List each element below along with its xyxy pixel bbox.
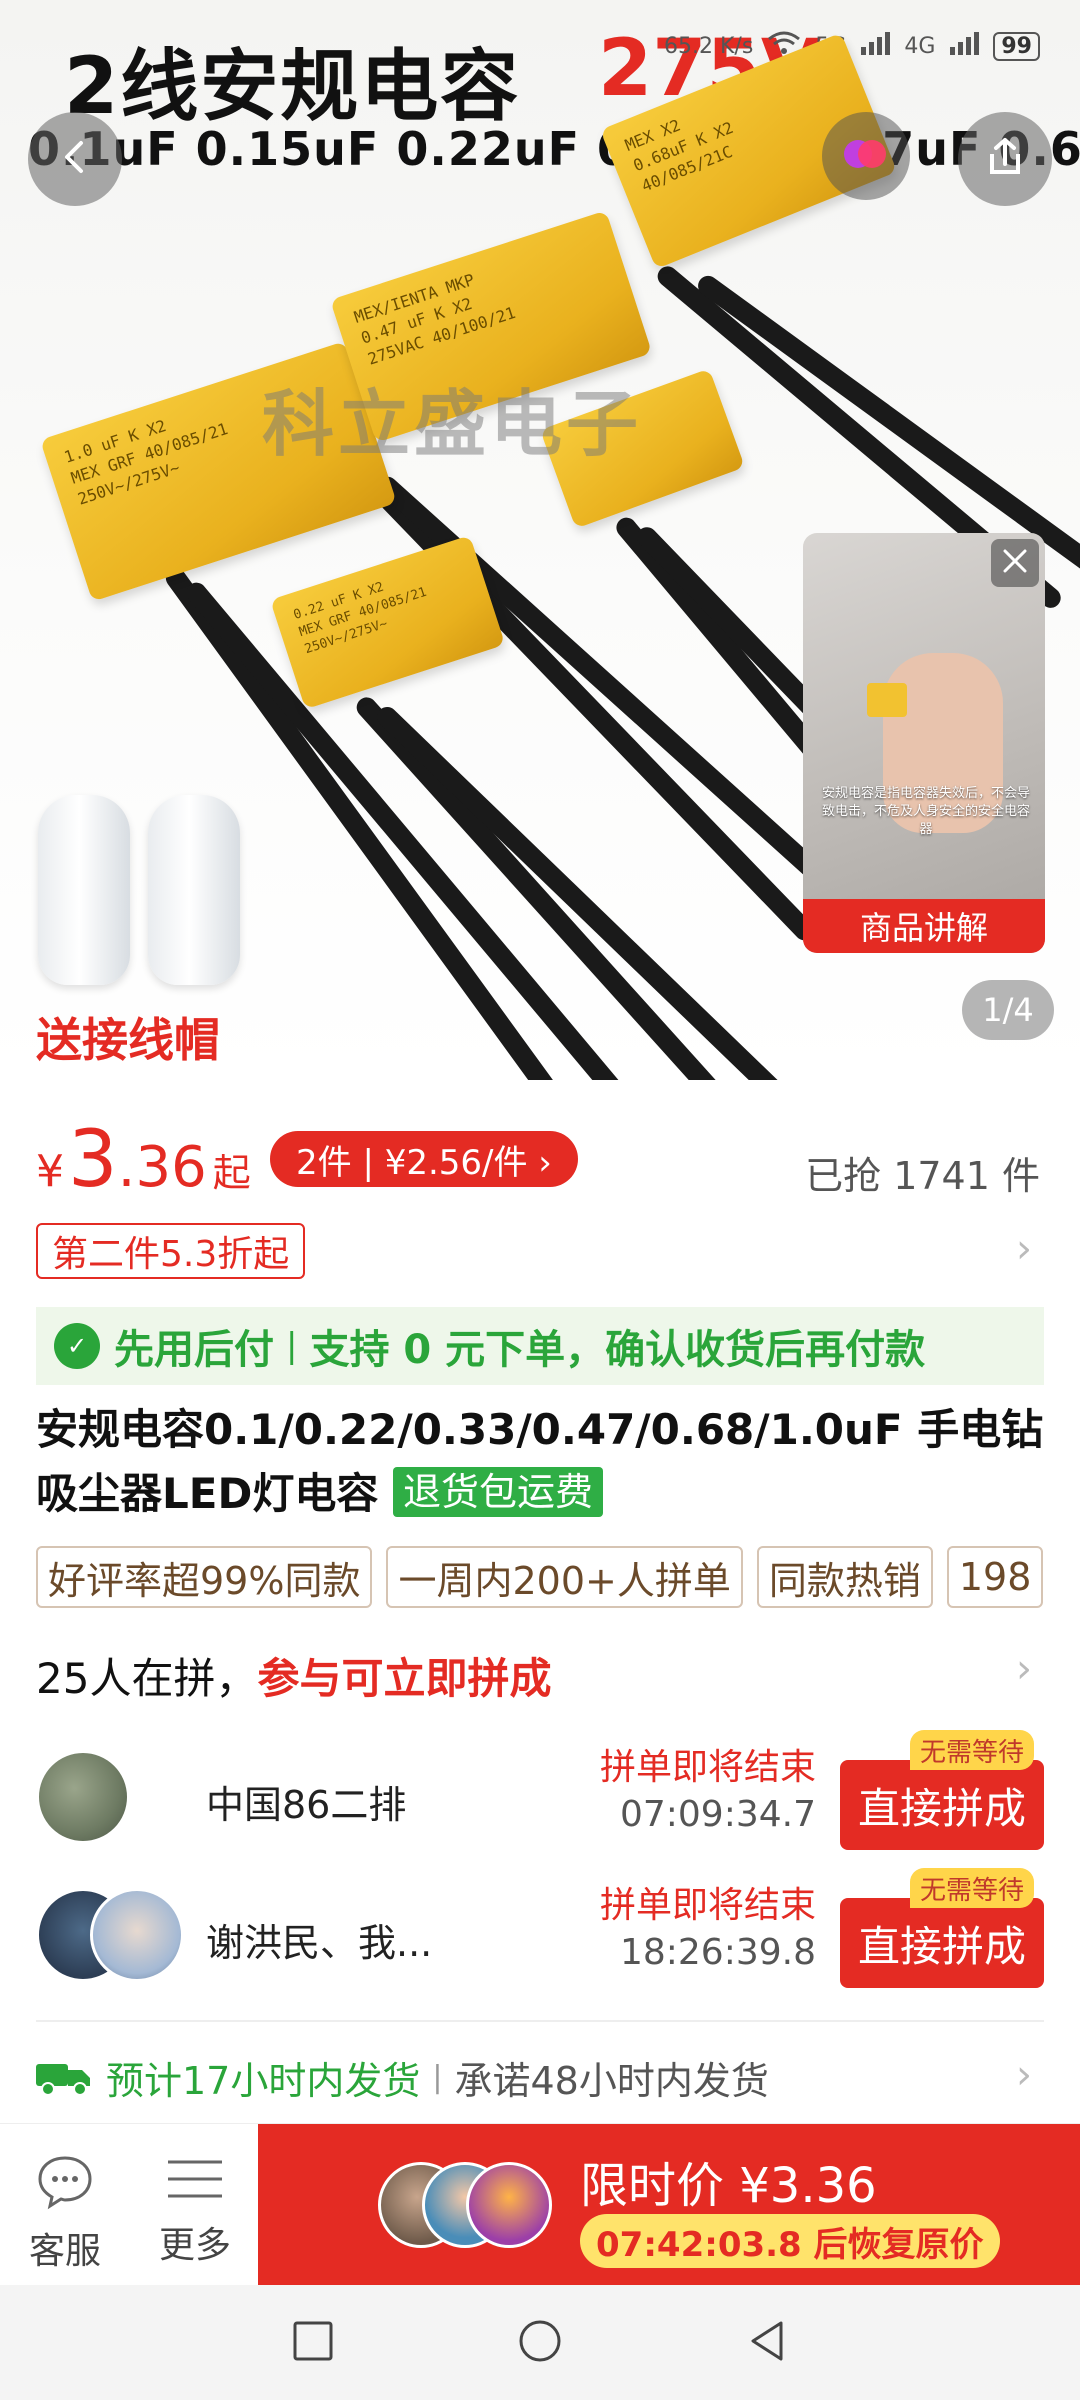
pay-later-banner[interactable]: ✓ 先用后付 | 支持 0 元下单，确认收货后再付款 [36,1307,1044,1385]
no-wait-badge: 无需等待 [910,1730,1035,1770]
avatar [466,2162,552,2248]
capacitor-label: 0.22 uF K X2 MEX GRF 40/085/21 250V~/275… [291,579,429,658]
battery-indicator: 99 [993,31,1040,61]
tag[interactable]: 198 [946,1546,1044,1608]
square-icon [291,2319,335,2367]
group-leader-name: 中国86二排 [206,1783,407,1827]
capacitor-label: MEX/IENTA MKP 0.47 uF K X2 275VAC 40/100… [351,270,518,369]
wire-connector-cap [148,795,240,985]
capacitor-022uf: 0.22 uF K X2 MEX GRF 40/085/21 250V~/275… [270,535,506,710]
signal-icon-2 [949,31,980,61]
currency-symbol: ¥ [36,1146,64,1197]
buyer-avatars [378,2162,558,2248]
back-button[interactable] [28,112,122,206]
limited-price-buy-button[interactable]: 限时价 ¥3.36 07:42:03.8 后恢复原价 [258,2124,1080,2286]
tag[interactable]: 同款热销 [756,1546,933,1608]
more-button[interactable]: 更多 [140,2154,250,2268]
video-label: 商品讲解 [803,899,1045,953]
divider [36,2020,1044,2022]
favorite-button[interactable] [822,112,910,200]
group-ends-label: 拼单即将结束 [599,1747,816,1788]
home-button[interactable] [508,2311,572,2375]
avatar [90,1888,184,1982]
limited-price-label: 限时价 ¥3.36 [580,2158,877,2214]
wire-connector-cap [38,795,130,985]
close-icon [1001,547,1029,579]
join-group-button[interactable]: 直接拼成 [840,1760,1044,1850]
truck-icon [36,2060,92,2096]
more-label: 更多 [158,2225,231,2266]
signal-4g-label: 4G [904,33,936,59]
system-navigation-bar [0,2285,1080,2400]
status-bar: 65.2 K/s 5G 4G 99 [664,30,1040,62]
customer-service-button[interactable]: 客服 [10,2154,120,2274]
pay-later-title: 先用后付 [114,1327,274,1373]
price-decimal: .36 [117,1135,207,1200]
chevron-right-icon[interactable]: › [1016,1646,1032,1692]
video-thumbnail-capacitor [867,683,907,717]
group-ends: 拼单即将结束 07:09:34.7 [600,1738,816,1835]
no-wait-badge: 无需等待 [910,1868,1035,1908]
chevron-right-icon[interactable]: › [1016,2052,1032,2098]
hero-capacitance-values: 0.1uF 0.15uF 0.22uF 0.33uF 0.47uF 0.68uF… [28,122,1080,176]
group-row: 中国86二排 拼单即将结束 07:09:34.7 直接拼成 无需等待 [0,1730,1080,1860]
price-suffix: 起 [212,1151,251,1195]
product-video-card[interactable]: 安规电容是指电容器失效后，不会导致电击，不危及人身安全的安全电容器 商品讲解 [803,533,1045,953]
avatar [36,1750,130,1844]
signal-icon [860,31,891,61]
heart-icon [842,132,890,180]
price-integer: 3 [68,1115,118,1205]
product-image-gallery[interactable]: 2线安规电容 275V 65.2 K/s 5G 4G 99 0.1uF 0.15… [0,0,1080,1080]
separator: | [286,1326,298,1366]
shipping-info[interactable]: 预计17小时内发货 | 承诺48小时内发货 [36,2050,769,2105]
video-close-button[interactable] [991,539,1039,587]
share-icon [984,136,1026,182]
menu-list-icon [164,2160,226,2208]
back-nav-button[interactable] [735,2311,799,2375]
limited-price-countdown: 07:42:03.8 后恢复原价 [580,2214,1000,2268]
chevron-right-icon[interactable]: › [1016,1226,1032,1272]
hero-title: 2线安规电容 [64,42,521,132]
image-page-indicator: 1/4 [962,980,1054,1040]
group-highlight: 参与可立即拼成 [257,1654,552,1703]
customer-service-label: 客服 [28,2231,101,2272]
triangle-back-icon [745,2317,789,2369]
bulk-price-pill[interactable]: 2件 | ¥2.56/件 › [270,1131,578,1187]
group-ends-label: 拼单即将结束 [599,1885,816,1926]
shipping-promise: 承诺48小时内发货 [454,2059,769,2103]
return-shipping-badge: 退货包运费 [392,1467,603,1517]
separator: | [432,2060,443,2095]
tags-row: 好评率超99%同款 一周内200+人拼单 同款热销 198 [36,1546,1044,1608]
pay-later-description: 支持 0 元下单，确认收货后再付款 [309,1327,926,1373]
sold-count: 已抢 1741 件 [805,1154,1040,1198]
discount-tag[interactable]: 第二件5.3折起 [36,1223,306,1279]
recent-apps-button[interactable] [281,2311,345,2375]
tag[interactable]: 一周内200+人拼单 [386,1546,743,1608]
group-row: 谢洪民、我... 拼单即将结束 18:26:39.8 直接拼成 无需等待 [0,1868,1080,1998]
group-ends: 拼单即将结束 18:26:39.8 [600,1876,816,1973]
capacitor-label: 1.0 uF K X2 MEX GRF 40/085/21 250V~/275V… [61,415,231,509]
group-buy-header[interactable]: 25人在拼，参与可立即拼成 [36,1645,551,1706]
network-speed: 65.2 K/s [664,33,754,59]
gift-label: 送接线帽 [36,1013,220,1067]
chat-bubble-icon [35,2156,95,2214]
pay-later-icon: ✓ [54,1323,100,1369]
video-caption: 安规电容是指电容器失效后，不会导致电击，不危及人身安全的安全电容器 [821,786,1030,837]
tag[interactable]: 好评率超99%同款 [36,1546,373,1608]
bottom-action-bar: 客服 更多 限时价 ¥3.36 07:42:03.8 后恢复原价 [0,2123,1080,2286]
shipping-estimate: 预计17小时内发货 [106,2059,421,2103]
group-count: 25人在拼， [36,1654,258,1703]
product-title: 安规电容0.1/0.22/0.33/0.47/0.68/1.0uF 手电钻吸尘器… [36,1398,1046,1526]
circle-icon [516,2317,564,2369]
price: ¥ 3 .36 起 [36,1115,251,1205]
watermark: 科立盛电子 [262,382,643,466]
group-ends-timer: 18:26:39.8 [619,1932,816,1973]
join-group-button[interactable]: 直接拼成 [840,1898,1044,1988]
back-arrow-icon [55,137,95,181]
group-ends-timer: 07:09:34.7 [619,1794,816,1835]
share-button[interactable] [958,112,1052,206]
group-leader-name: 谢洪民、我... [206,1921,433,1965]
